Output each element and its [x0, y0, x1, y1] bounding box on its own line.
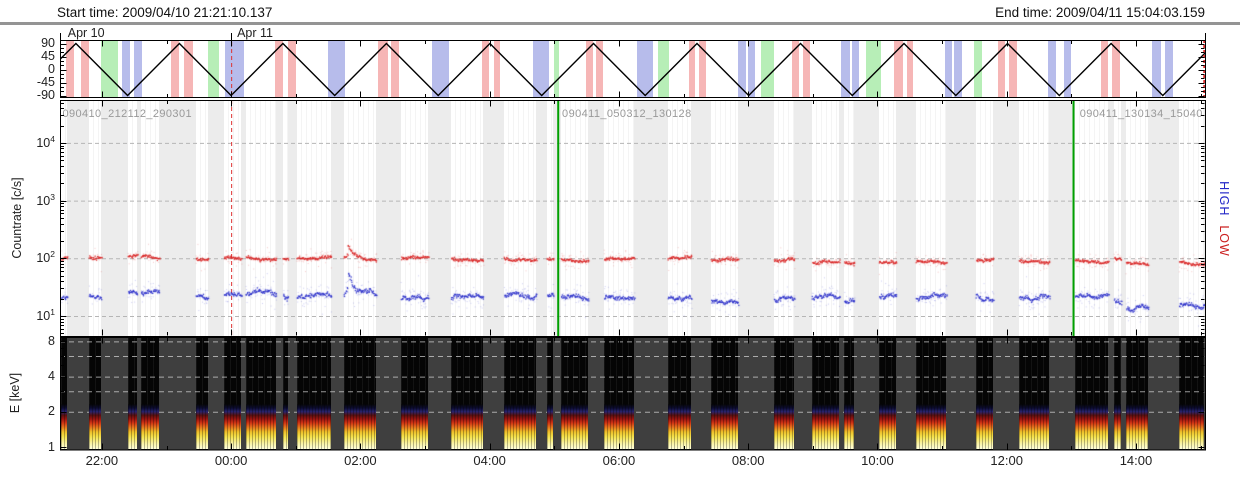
- low-energy-emission: [61, 404, 67, 449]
- file-id-annotation: 090411_130134_15040: [1079, 108, 1203, 120]
- emission-speckle-texture: [668, 404, 692, 449]
- low-energy-emission: [196, 404, 208, 449]
- high-channel-label: HIGH: [1217, 181, 1231, 217]
- emission-speckle-texture: [401, 404, 429, 449]
- emission-speckle-texture: [344, 404, 376, 449]
- emission-speckle-texture: [224, 404, 241, 449]
- low-energy-emission: [450, 404, 484, 449]
- countrate-ytick-label: 101: [36, 306, 55, 324]
- countrate-ytick-label: 103: [36, 191, 55, 208]
- low-energy-emission: [916, 404, 946, 449]
- emission-speckle-texture: [196, 404, 208, 449]
- low-energy-emission: [1179, 404, 1205, 449]
- emission-speckle-texture: [1179, 404, 1205, 449]
- low-energy-emission: [128, 404, 138, 449]
- low-energy-emission: [141, 404, 160, 449]
- countrate-ytick-label: 102: [36, 249, 55, 266]
- low-energy-emission: [1074, 404, 1109, 449]
- low-energy-emission: [547, 404, 553, 449]
- emission-speckle-texture: [128, 404, 138, 449]
- low-energy-emission: [224, 404, 241, 449]
- emission-speckle-texture: [1126, 404, 1149, 449]
- title-separator-line: [0, 22, 1240, 25]
- low-energy-emission: [297, 404, 332, 449]
- countrate-ytick-label: 104: [36, 133, 55, 151]
- emission-speckle-texture: [711, 404, 739, 449]
- low-energy-emission: [88, 404, 102, 449]
- emission-speckle-texture: [844, 404, 854, 449]
- emission-speckle-texture: [88, 404, 102, 449]
- elevation-wave-layer: [60, 40, 1205, 98]
- time-xtick-label: 00:00: [214, 453, 248, 468]
- low-energy-emission: [246, 404, 277, 449]
- time-xtick-label: 02:00: [344, 453, 377, 468]
- elevation-panel: [60, 40, 1205, 98]
- low-energy-emission: [282, 404, 288, 449]
- energy-ytick-label: 1: [48, 439, 55, 454]
- elevation-ytick-label: -90: [36, 88, 55, 102]
- energy-ytick-label: 2: [48, 404, 55, 419]
- elevation-ytick-label: -45: [36, 75, 55, 89]
- elevation-ytick-label: 90: [41, 36, 55, 50]
- figure: Start time: 2009/04/10 21:21:10.137 End …: [0, 0, 1240, 480]
- time-xtick-label: 14:00: [1119, 453, 1153, 468]
- low-energy-emission: [401, 404, 429, 449]
- date-label: Apr 10: [67, 26, 105, 40]
- low-energy-emission: [711, 404, 739, 449]
- time-xtick-label: 06:00: [602, 453, 636, 468]
- low-energy-emission: [976, 404, 994, 449]
- elevation-ytick-label: 45: [41, 49, 55, 63]
- countrate-panel: 090410_212112_290301 090411_050312_130128…: [60, 100, 1205, 336]
- emission-speckle-texture: [811, 404, 840, 449]
- emission-speckle-texture: [774, 404, 795, 449]
- emission-speckle-texture: [879, 404, 897, 449]
- low-energy-emission: [844, 404, 854, 449]
- low-energy-emission: [879, 404, 897, 449]
- time-xtick-label: 04:00: [473, 453, 506, 468]
- emission-speckle-texture: [976, 404, 994, 449]
- energy-ytick-label: 8: [48, 333, 55, 348]
- low-energy-emission: [561, 404, 588, 449]
- low-energy-emission: [503, 404, 537, 449]
- elevation-ytick-label: 0: [48, 62, 55, 76]
- date-label: Apr 11: [237, 26, 273, 40]
- low-energy-emission: [811, 404, 840, 449]
- emission-speckle-texture: [916, 404, 946, 449]
- low-channel-label: LOW: [1217, 225, 1231, 257]
- time-xtick-label: 08:00: [731, 453, 765, 468]
- emission-speckle-texture: [547, 404, 553, 449]
- time-xtick-label: 22:00: [85, 453, 119, 468]
- emission-speckle-texture: [503, 404, 537, 449]
- emission-speckle-texture: [61, 404, 67, 449]
- emission-speckle-texture: [282, 404, 288, 449]
- emission-speckle-texture: [246, 404, 277, 449]
- emission-speckle-texture: [141, 404, 160, 449]
- low-energy-emission: [1018, 404, 1050, 449]
- energy-ytick-label: 4: [48, 369, 55, 384]
- low-energy-emission: [668, 404, 692, 449]
- time-xtick-label: 12:00: [990, 453, 1023, 468]
- file-id-annotation: 090410_212112_290301: [62, 108, 192, 120]
- spectrogram-panel: [60, 337, 1205, 450]
- emission-speckle-texture: [1018, 404, 1050, 449]
- right-axis-channel-labels: HIGH LOW: [1215, 144, 1231, 294]
- emission-speckle-texture: [1113, 404, 1122, 449]
- low-energy-emission: [774, 404, 795, 449]
- emission-speckle-texture: [561, 404, 588, 449]
- low-energy-emission: [604, 404, 635, 449]
- emission-speckle-texture: [1074, 404, 1109, 449]
- low-energy-emission: [344, 404, 376, 449]
- file-id-annotation: 090411_050312_130128: [562, 108, 692, 120]
- end-time-label: End time: 2009/04/11 15:04:03.159: [995, 5, 1205, 20]
- low-energy-emission: [1113, 404, 1122, 449]
- emission-speckle-texture: [450, 404, 484, 449]
- emission-speckle-texture: [604, 404, 635, 449]
- countrate-scatter-canvas: [60, 100, 1205, 336]
- time-xtick-label: 10:00: [861, 453, 894, 468]
- low-energy-emission: [1126, 404, 1149, 449]
- start-time-label: Start time: 2009/04/10 21:21:10.137: [57, 5, 273, 20]
- emission-speckle-texture: [297, 404, 332, 449]
